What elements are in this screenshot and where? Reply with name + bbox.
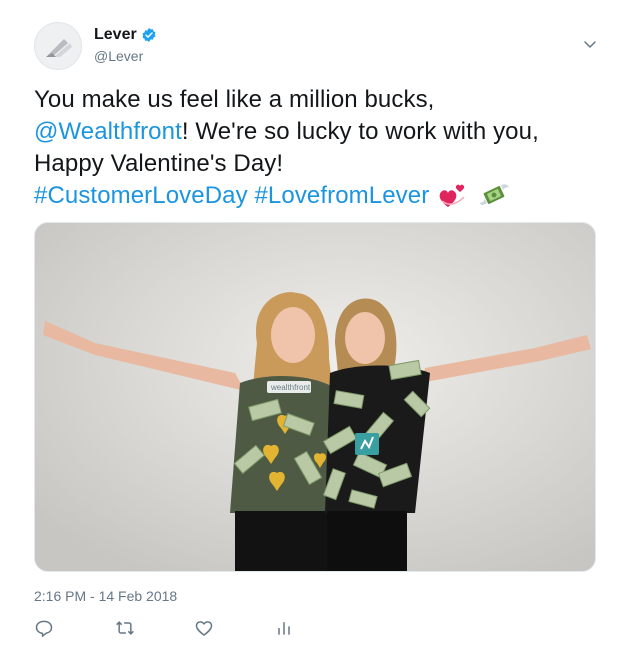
reply-button[interactable] — [34, 618, 58, 642]
lever-logo-icon — [46, 39, 72, 57]
analytics-icon — [278, 622, 290, 635]
hashtag-link[interactable]: #CustomerLoveDay — [34, 182, 248, 209]
chevron-down-icon[interactable] — [582, 36, 598, 52]
avatar[interactable] — [34, 22, 82, 70]
tweet-text-part1: You make us feel like a million bucks, — [34, 86, 435, 113]
retweet-icon — [116, 621, 134, 635]
hashtag-link[interactable]: #LovefromLever — [254, 182, 429, 209]
photo-two-women-icon: wealthfront — [35, 223, 595, 571]
verified-badge-icon — [142, 28, 156, 42]
reply-icon — [35, 620, 53, 637]
like-button[interactable] — [194, 618, 218, 642]
tweet-text: You make us feel like a million bucks, @… — [34, 84, 594, 212]
analytics-button[interactable] — [274, 618, 298, 642]
mention-link[interactable]: @Wealthfront — [34, 118, 182, 145]
tweet-card: Lever @Lever You make us feel like a mil… — [0, 0, 630, 666]
tweet-header: Lever @Lever — [34, 22, 604, 72]
tweet-actions — [34, 618, 434, 642]
revolving-hearts-icon — [439, 184, 465, 207]
user-handle[interactable]: @Lever — [94, 48, 157, 64]
tweet-photo[interactable]: wealthfront — [34, 222, 596, 572]
retweet-button[interactable] — [114, 618, 138, 642]
money-with-wings-icon — [479, 184, 509, 205]
display-name[interactable]: Lever — [94, 26, 137, 44]
tweet-timestamp[interactable]: 2:16 PM - 14 Feb 2018 — [34, 588, 177, 604]
shirt-logo-text: wealthfront — [270, 383, 311, 392]
like-icon — [195, 621, 213, 636]
